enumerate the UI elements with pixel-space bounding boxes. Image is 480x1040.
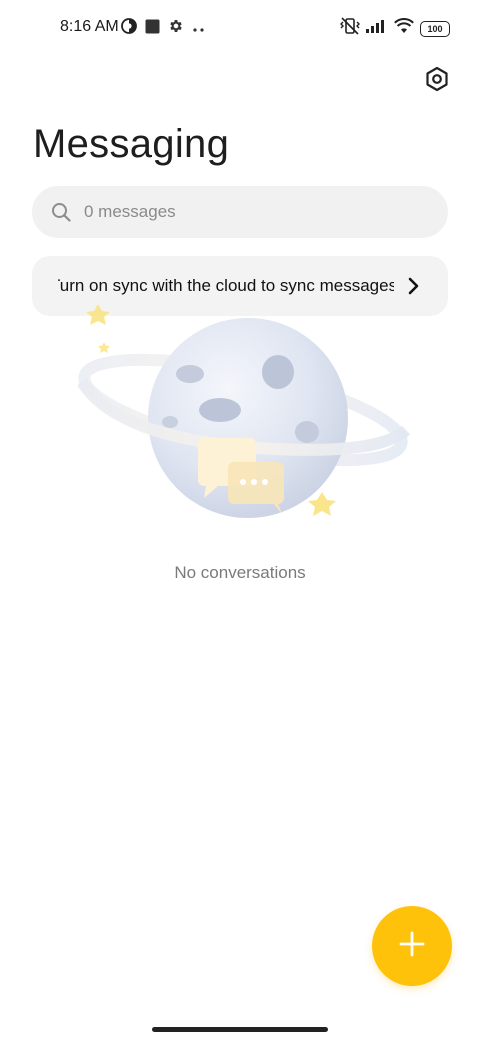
status-left-icons: [121, 18, 206, 39]
data-saver-icon: [121, 18, 137, 39]
vibrate-off-icon: [340, 17, 360, 40]
home-indicator[interactable]: [152, 1027, 328, 1032]
page-title: Messaging: [33, 122, 230, 166]
status-bar: 8:16 AM 100: [0, 0, 480, 56]
search-bar[interactable]: [32, 186, 448, 238]
sync-banner-text-wrap: Turn on sync with the cloud to sync mess…: [58, 276, 394, 296]
new-message-button[interactable]: [372, 906, 452, 986]
status-time: 8:16 AM: [60, 18, 119, 35]
square-notification-icon: [145, 19, 160, 39]
gear-small-icon: [168, 18, 184, 39]
more-dots-icon: [192, 20, 206, 38]
signal-icon: [366, 19, 388, 38]
search-input[interactable]: [82, 201, 406, 223]
sync-banner-text: Turn on sync with the cloud to sync mess…: [58, 276, 394, 295]
search-icon: [50, 201, 72, 223]
status-right-icons: 100: [340, 17, 450, 40]
chevron-right-icon[interactable]: [402, 274, 426, 298]
empty-state-text: No conversations: [174, 563, 306, 582]
planet-chat-illustration: [76, 298, 412, 534]
wifi-icon: [394, 18, 414, 39]
battery-icon: 100: [420, 20, 450, 37]
plus-icon: [398, 930, 426, 963]
settings-button[interactable]: [422, 66, 452, 96]
settings-hex-icon: [424, 66, 450, 97]
